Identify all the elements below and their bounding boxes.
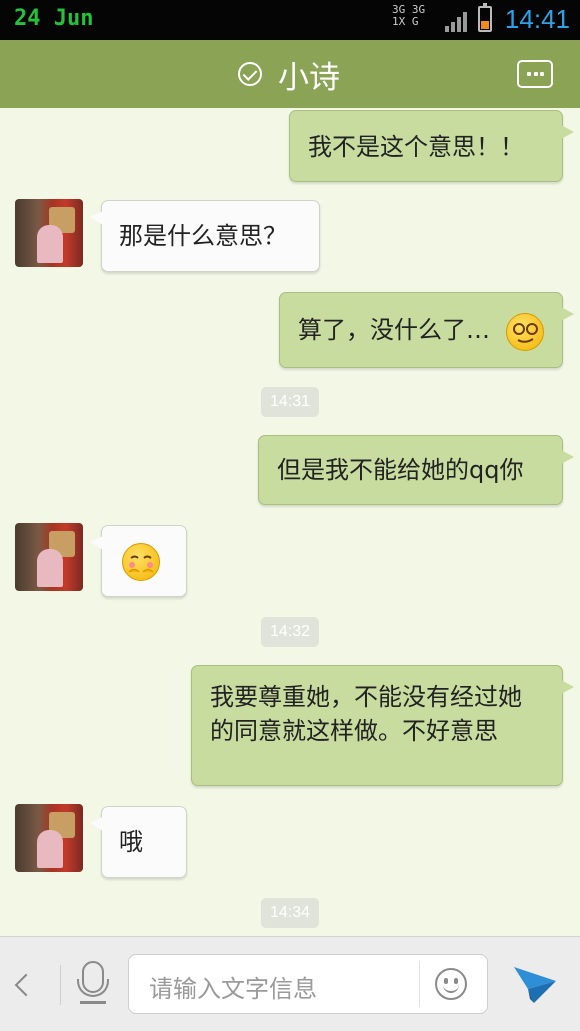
avatar[interactable]: [15, 523, 83, 591]
check-circle-icon: [238, 62, 262, 86]
message-bubble-incoming[interactable]: 哦: [90, 806, 187, 878]
message-bubble-incoming[interactable]: [90, 525, 187, 597]
input-placeholder: 请输入文字信息: [149, 975, 317, 1003]
signal-icon: [445, 10, 469, 32]
more-dots-icon: [527, 72, 531, 76]
microphone-stand: [77, 979, 109, 997]
chat-title[interactable]: 小诗: [278, 52, 340, 97]
message-bubble-outgoing[interactable]: 算了，没什么了…: [279, 292, 574, 368]
status-time: 14:41: [504, 4, 570, 34]
message-bubble-outgoing[interactable]: 但是我不能给她的qq你: [258, 435, 574, 505]
message-text: 我不是这个意思！！: [308, 133, 524, 161]
message-bubble-outgoing[interactable]: 我不是这个意思！！: [289, 110, 574, 182]
message-text: 那是什么意思？: [119, 222, 287, 250]
message-input[interactable]: 请输入文字信息: [128, 954, 488, 1014]
battery-icon: [478, 3, 492, 32]
avatar[interactable]: [15, 804, 83, 872]
input-bar: 请输入文字信息: [0, 936, 580, 1031]
network-indicator: 3G 3G 1X G: [392, 3, 426, 28]
divider: [60, 965, 61, 1005]
squint-smile-emoji: [506, 313, 544, 351]
timestamp: 14:32: [261, 617, 319, 647]
input-divider: [419, 961, 420, 1007]
message-bubble-outgoing[interactable]: 我要尊重她，不能没有经过她的同意就这样做。不好意思: [191, 665, 574, 786]
message-text: 算了，没什么了…: [298, 316, 490, 344]
microphone-base: [80, 1001, 106, 1004]
avatar[interactable]: [15, 199, 83, 267]
message-text: 我要尊重她，不能没有经过她的同意就这样做。不好意思: [210, 683, 522, 745]
chevron-left-icon[interactable]: [14, 973, 38, 997]
paper-plane-icon[interactable]: [510, 959, 560, 1009]
message-list[interactable]: 我不是这个意思！！ 那是什么意思？ 算了，没什么了… 14:31 但是我不能给她…: [0, 108, 580, 936]
status-date: 24 Jun: [14, 6, 94, 31]
smiley-icon[interactable]: [435, 968, 467, 1000]
status-bar: 24 Jun 3G 3G 1X G 14:41: [0, 0, 580, 40]
message-text: 哦: [119, 828, 143, 856]
shy-face-emoji: [122, 543, 160, 581]
message-text: 但是我不能给她的qq你: [277, 456, 524, 484]
more-button[interactable]: [517, 60, 553, 88]
message-bubble-incoming[interactable]: 那是什么意思？: [90, 200, 320, 272]
timestamp: 14:31: [261, 387, 319, 417]
timestamp: 14:34: [261, 898, 319, 928]
